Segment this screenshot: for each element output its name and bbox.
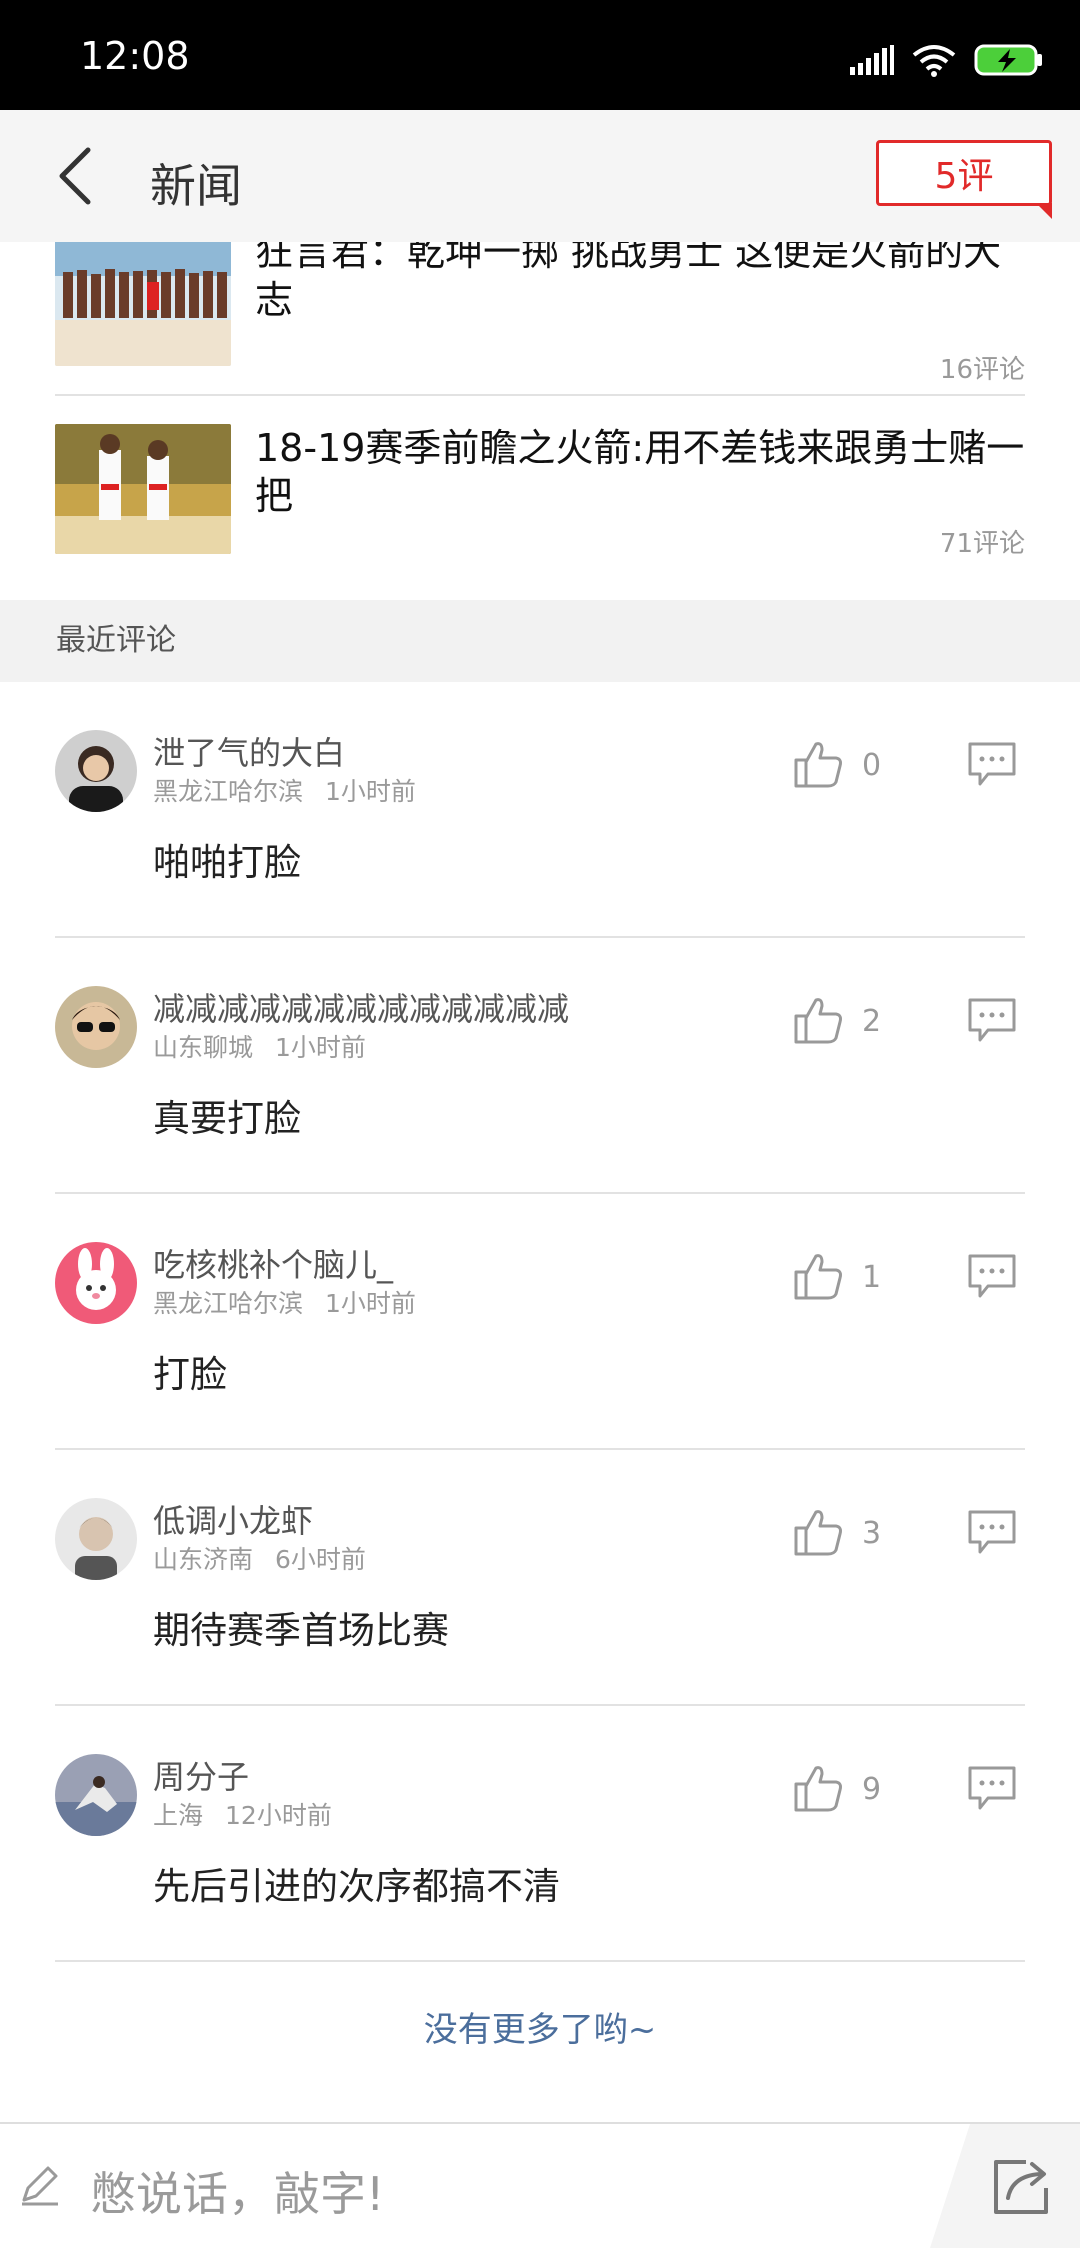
thumbs-up-icon: [794, 1766, 842, 1812]
section-header: 最近评论: [0, 600, 1080, 682]
like-count: 3: [862, 1516, 882, 1551]
comment-input-placeholder: 憋说话，敲字!: [90, 2167, 385, 2221]
pencil-icon: [22, 2166, 58, 2206]
bottom-bar: 憋说话，敲字!: [0, 2122, 1080, 2248]
comment-item: 吃核桃补个脑儿_ 黑龙江哈尔滨 1小时前 打脸 1: [0, 1194, 1080, 1450]
comment-meta: 黑龙江哈尔滨 1小时前: [153, 772, 416, 808]
comment-time: 1小时前: [325, 777, 416, 806]
comment-username[interactable]: 周分子: [153, 1752, 249, 1798]
article-title: 18-19赛季前瞻之火箭:用不差钱来跟勇士赌一把: [255, 426, 1025, 518]
comment-time: 1小时前: [325, 1289, 416, 1318]
reply-icon[interactable]: [966, 1250, 1018, 1302]
thumbs-up-icon: [794, 1510, 842, 1556]
comment-meta: 黑龙江哈尔滨 1小时前: [153, 1284, 416, 1320]
comment-text: 打脸: [153, 1353, 227, 1396]
like-button[interactable]: 3: [792, 1506, 892, 1562]
comment-text: 先后引进的次序都搞不清: [153, 1865, 560, 1908]
like-button[interactable]: 1: [792, 1250, 892, 1306]
share-icon[interactable]: [990, 2154, 1054, 2218]
thumbs-up-icon: [794, 742, 842, 788]
battery-charging-icon: [974, 44, 1042, 76]
comment-username[interactable]: 吃核桃补个脑儿_: [153, 1240, 393, 1286]
comment-text: 真要打脸: [153, 1097, 301, 1140]
comment-meta: 山东聊城 1小时前: [153, 1028, 366, 1064]
status-bar: 12:08: [0, 0, 1080, 110]
comment-text: 期待赛季首场比赛: [153, 1609, 449, 1652]
comment-username[interactable]: 泄了气的大白: [153, 728, 345, 774]
avatar[interactable]: [55, 986, 137, 1068]
page-title: 新闻: [150, 159, 242, 213]
comment-location: 山东聊城: [153, 1033, 254, 1062]
reply-icon[interactable]: [966, 994, 1018, 1046]
comment-username[interactable]: 低调小龙虾: [153, 1496, 313, 1542]
wifi-icon: [912, 45, 956, 77]
reply-icon[interactable]: [966, 1506, 1018, 1558]
comment-meta: 山东济南 6小时前: [153, 1540, 366, 1576]
back-icon[interactable]: [48, 144, 108, 208]
comment-time: 1小时前: [275, 1033, 366, 1062]
like-count: 9: [862, 1772, 882, 1807]
nav-bar: 新闻 5评: [0, 110, 1080, 242]
comment-location: 山东济南: [153, 1545, 254, 1574]
comment-username[interactable]: 减减减减减减减减减减减减减: [153, 984, 569, 1030]
reply-icon[interactable]: [966, 738, 1018, 790]
comment-location: 黑龙江哈尔滨: [153, 1289, 304, 1318]
no-more-label: 没有更多了哟~: [423, 2010, 657, 2050]
comment-text: 啪啪打脸: [153, 841, 301, 884]
comment-input[interactable]: 憋说话，敲字!: [0, 2124, 940, 2248]
comment-item: 低调小龙虾 山东济南 6小时前 期待赛季首场比赛 3: [0, 1450, 1080, 1706]
comment-meta: 上海 12小时前: [153, 1796, 332, 1832]
thumbs-up-icon: [794, 998, 842, 1044]
comment-location: 上海: [153, 1801, 204, 1830]
avatar[interactable]: [55, 1498, 137, 1580]
like-button[interactable]: 9: [792, 1762, 892, 1818]
divider: [55, 394, 1025, 396]
like-count: 1: [862, 1260, 882, 1295]
article-thumbnail: [55, 242, 231, 366]
related-article[interactable]: 狂言君：乾坤一掷 挑战勇士 这便是火箭的大志 16评论: [55, 242, 1025, 412]
reply-icon[interactable]: [966, 1762, 1018, 1814]
status-icons: [850, 40, 1044, 80]
article-comment-count: 71评论: [939, 529, 1025, 559]
like-button[interactable]: 2: [792, 994, 892, 1050]
comment-count-button[interactable]: 5评: [876, 140, 1052, 219]
comment-location: 黑龙江哈尔滨: [153, 777, 304, 806]
article-thumbnail: [55, 424, 231, 554]
signal-icon: [850, 45, 894, 75]
thumbs-up-icon: [794, 1254, 842, 1300]
article-title: 狂言君：乾坤一掷 挑战勇士 这便是火箭的大志: [255, 242, 1002, 322]
related-article[interactable]: 18-19赛季前瞻之火箭:用不差钱来跟勇士赌一把 71评论: [55, 424, 1025, 600]
status-time: 12:08: [80, 34, 190, 78]
like-button[interactable]: 0: [792, 738, 892, 794]
comment-item: 泄了气的大白 黑龙江哈尔滨 1小时前 啪啪打脸 0: [0, 682, 1080, 938]
comment-time: 6小时前: [275, 1545, 366, 1574]
content-area[interactable]: 狂言君：乾坤一掷 挑战勇士 这便是火箭的大志 16评论 18-19赛季前瞻之火箭…: [0, 242, 1080, 2122]
avatar[interactable]: [55, 730, 137, 812]
like-count: 0: [862, 748, 882, 783]
avatar[interactable]: [55, 1754, 137, 1836]
divider: [55, 1960, 1025, 1962]
comment-time: 12小时前: [225, 1801, 332, 1830]
comment-item: 减减减减减减减减减减减减减 山东聊城 1小时前 真要打脸 2: [0, 938, 1080, 1194]
like-count: 2: [862, 1004, 882, 1039]
comment-item: 周分子 上海 12小时前 先后引进的次序都搞不清 9: [0, 1706, 1080, 1962]
avatar[interactable]: [55, 1242, 137, 1324]
article-comment-count: 16评论: [939, 355, 1025, 385]
comment-count-label: 5评: [934, 156, 994, 197]
bubble-tail: [1036, 203, 1052, 219]
